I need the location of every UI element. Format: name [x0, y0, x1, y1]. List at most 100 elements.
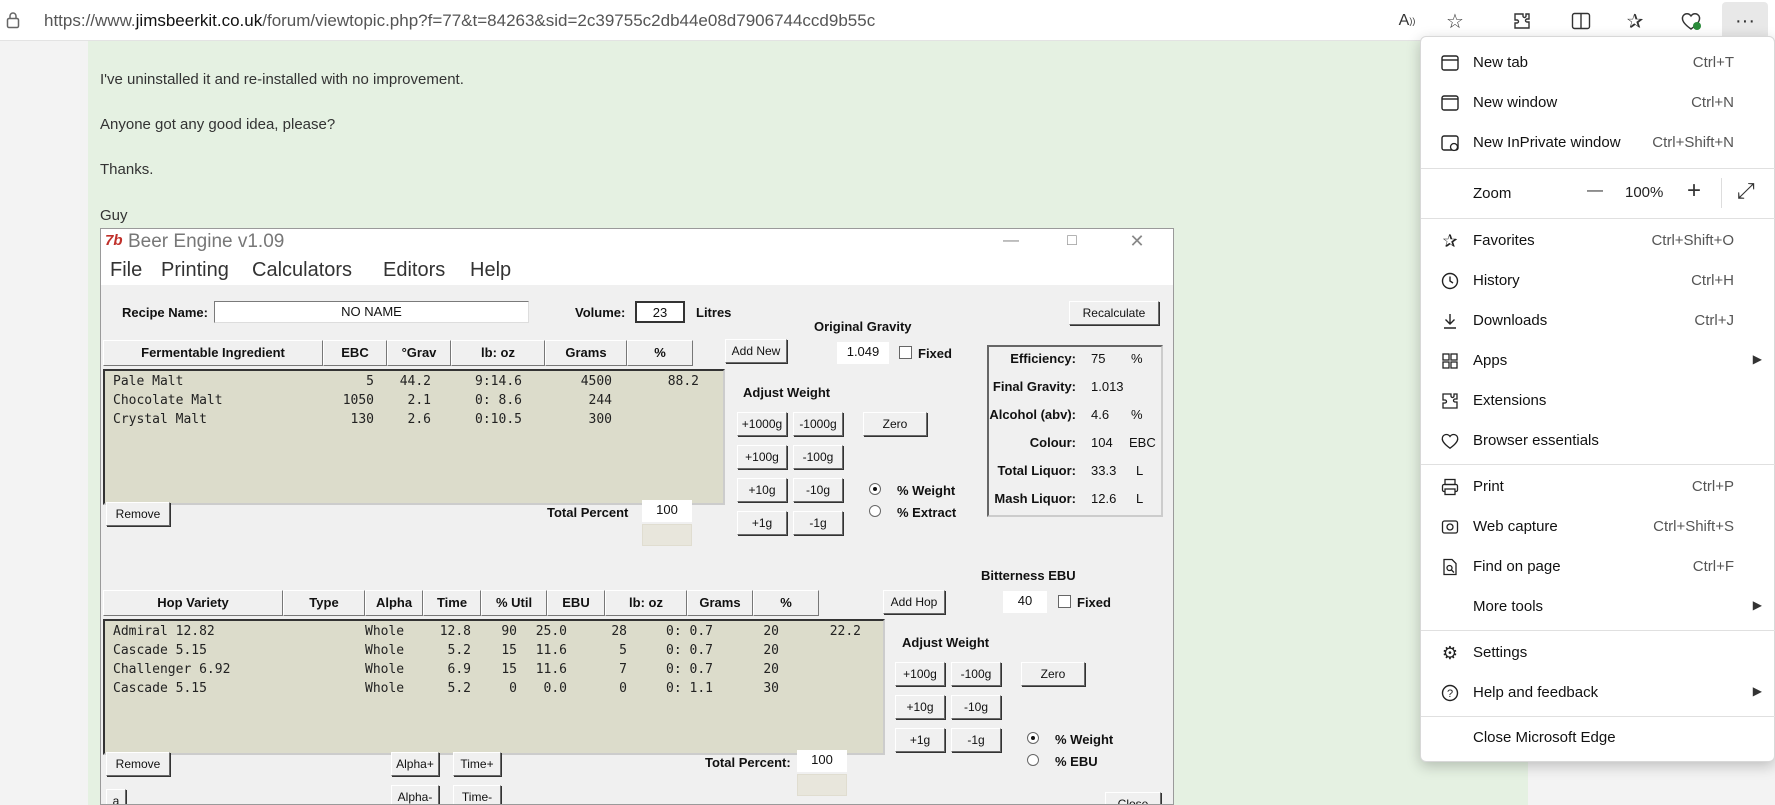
stat-unit: L [1136, 491, 1144, 506]
og-fixed-checkbox[interactable] [899, 346, 912, 359]
list-item[interactable]: Crystal Malt 130 2.6 0:10.5 300 [105, 412, 723, 431]
menu-calculators[interactable]: Calculators [252, 259, 352, 282]
hop-percent-weight-radio[interactable] [1027, 732, 1039, 744]
browser-essentials-icon[interactable] [1676, 6, 1706, 36]
menu-item-help[interactable]: ? Help and feedback ▶ [1421, 674, 1775, 712]
add-new-button[interactable]: Add New [725, 339, 787, 363]
plus-100g-button[interactable]: +100g [737, 445, 787, 469]
address-bar: https://www.jimsbeerkit.co.uk/forum/view… [0, 0, 1775, 41]
col-hop-percent[interactable]: % [753, 590, 819, 616]
hop-zero-button[interactable]: Zero [1021, 662, 1085, 686]
menu-file[interactable]: File [110, 259, 142, 282]
col-fermentable[interactable]: Fermentable Ingredient [103, 340, 323, 366]
col-alpha[interactable]: Alpha [365, 590, 423, 616]
menu-editors[interactable]: Editors [383, 259, 445, 282]
percent-ebu-radio[interactable] [1027, 754, 1039, 766]
minimize-button[interactable]: — [991, 229, 1031, 255]
minus-100g-button[interactable]: -100g [793, 445, 843, 469]
remove-hop-button[interactable]: Remove [106, 752, 170, 776]
menu-help[interactable]: Help [470, 259, 511, 282]
list-item[interactable]: Pale Malt 5 44.2 9:14.6 4500 88.2 [105, 374, 723, 393]
minus-10g-button[interactable]: -10g [793, 478, 843, 502]
menu-item-favorites[interactable]: ✰ Favorites Ctrl+Shift+O [1421, 222, 1775, 260]
zoom-in-button[interactable]: + [1687, 177, 1701, 205]
lock-icon[interactable] [6, 11, 22, 29]
col-grams[interactable]: Grams [545, 340, 627, 366]
menu-item-web-capture[interactable]: Web capture Ctrl+Shift+S [1421, 508, 1775, 546]
menu-item-downloads[interactable]: Downloads Ctrl+J [1421, 302, 1775, 340]
time-minus-button[interactable]: Time- [453, 785, 501, 804]
add-hop-button[interactable]: Add Hop [883, 590, 945, 614]
col-hop-variety[interactable]: Hop Variety [103, 590, 283, 616]
more-icon[interactable]: ··· [1722, 2, 1768, 40]
hop-plus-10g-button[interactable]: +10g [895, 695, 945, 719]
hop-minus-100g-button[interactable]: -100g [951, 662, 1001, 686]
list-item[interactable]: Admiral 12.82 Whole 12.8 90 25.0 28 0: 0… [105, 624, 883, 643]
col-time[interactable]: Time [423, 590, 481, 616]
list-item[interactable]: Chocolate Malt 1050 2.1 0: 8.6 244 [105, 393, 723, 412]
extensions-icon[interactable] [1507, 6, 1537, 36]
list-item[interactable]: Cascade 5.15 Whole 5.2 15 11.6 5 0: 0.7 … [105, 643, 883, 662]
plus-1000g-button[interactable]: +1000g [737, 412, 787, 436]
menu-item-new-window[interactable]: New window Ctrl+N [1421, 84, 1775, 122]
menu-item-settings[interactable]: ⚙ Settings [1421, 634, 1775, 672]
col-hop-lboz[interactable]: lb: oz [605, 590, 687, 616]
minus-1g-button[interactable]: -1g [793, 511, 843, 535]
volume-field[interactable]: 23 [635, 301, 685, 323]
url-field[interactable]: https://www.jimsbeerkit.co.uk/forum/view… [44, 11, 875, 31]
hop-minus-10g-button[interactable]: -10g [951, 695, 1001, 719]
menu-item-apps[interactable]: Apps ▶ [1421, 342, 1775, 380]
maximize-button[interactable]: □ [1052, 229, 1092, 255]
recalculate-button[interactable]: Recalculate [1069, 301, 1159, 325]
col-grav[interactable]: °Grav [387, 340, 451, 366]
split-screen-icon[interactable] [1566, 6, 1596, 36]
list-item[interactable]: Challenger 6.92 Whole 6.9 15 11.6 7 0: 0… [105, 662, 883, 681]
favorites-icon[interactable]: ✰ [1620, 6, 1650, 36]
col-hop-grams[interactable]: Grams [687, 590, 753, 616]
menu-item-browser-essentials[interactable]: Browser essentials [1421, 422, 1775, 460]
close-window-button[interactable]: ✕ [1117, 229, 1157, 255]
alpha-minus-button[interactable]: Alpha- [391, 785, 439, 804]
col-ebu[interactable]: EBU [547, 590, 605, 616]
og-value[interactable]: 1.049 [837, 342, 889, 364]
hop-plus-1g-button[interactable]: +1g [895, 728, 945, 752]
menu-item-print[interactable]: Print Ctrl+P [1421, 468, 1775, 506]
hop-list[interactable]: Admiral 12.82 Whole 12.8 90 25.0 28 0: 0… [103, 619, 885, 755]
fermentable-list[interactable]: Pale Malt 5 44.2 9:14.6 4500 88.2 Chocol… [103, 369, 725, 505]
col-ebc[interactable]: EBC [323, 340, 387, 366]
menu-item-extensions[interactable]: Extensions [1421, 382, 1775, 420]
plus-10g-button[interactable]: +10g [737, 478, 787, 502]
zero-button[interactable]: Zero [863, 412, 927, 436]
percent-extract-radio[interactable] [869, 505, 881, 517]
favorite-star-icon[interactable]: ☆ [1440, 6, 1470, 36]
menu-item-find-on-page[interactable]: Find on page Ctrl+F [1421, 548, 1775, 586]
menu-item-new-tab[interactable]: New tab Ctrl+T [1421, 44, 1775, 82]
menu-item-more-tools[interactable]: More tools ▶ [1421, 588, 1775, 626]
menu-item-history[interactable]: History Ctrl+H [1421, 262, 1775, 300]
recipe-name-field[interactable]: NO NAME [214, 301, 529, 323]
alpha-plus-button[interactable]: Alpha+ [391, 752, 439, 776]
menu-item-close-edge[interactable]: Close Microsoft Edge [1421, 719, 1775, 757]
hop-minus-1g-button[interactable]: -1g [951, 728, 1001, 752]
col-percent[interactable]: % [627, 340, 693, 366]
bitterness-value[interactable]: 40 [1003, 591, 1047, 613]
list-item[interactable]: Cascade 5.15 Whole 5.2 0 0.0 0 0: 1.1 30 [105, 681, 883, 700]
corner-field[interactable]: a [106, 789, 126, 804]
col-type[interactable]: Type [283, 590, 365, 616]
menu-printing[interactable]: Printing [161, 259, 229, 282]
col-util[interactable]: % Util [481, 590, 547, 616]
close-button[interactable]: Close [1105, 792, 1161, 804]
fullscreen-icon[interactable]: ⤢ [1737, 178, 1755, 204]
minus-1000g-button[interactable]: -1000g [793, 412, 843, 436]
zoom-out-button[interactable]: — [1587, 182, 1603, 200]
menu-item-inprivate[interactable]: New InPrivate window Ctrl+Shift+N [1421, 124, 1775, 162]
hop-plus-100g-button[interactable]: +100g [895, 662, 945, 686]
col-lboz[interactable]: lb: oz [451, 340, 545, 366]
post-line: Guy [100, 207, 128, 224]
read-aloud-icon[interactable]: A)) [1392, 6, 1422, 36]
percent-weight-radio[interactable] [869, 483, 881, 495]
remove-fermentable-button[interactable]: Remove [106, 502, 170, 526]
time-plus-button[interactable]: Time+ [453, 752, 501, 776]
plus-1g-button[interactable]: +1g [737, 511, 787, 535]
ebu-fixed-checkbox[interactable] [1058, 595, 1071, 608]
